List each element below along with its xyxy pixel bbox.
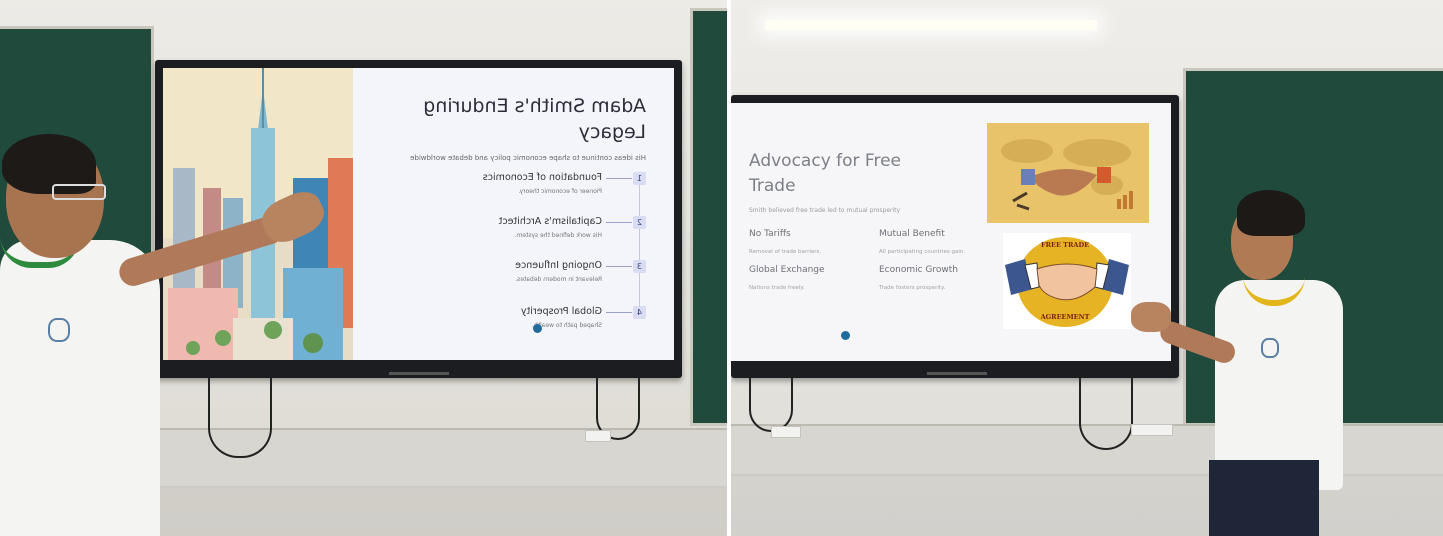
slide-title-line1: Adam Smith's Enduring xyxy=(423,95,646,117)
item-title-4: Global Prosperity xyxy=(520,306,602,317)
slide-text-block: Adam Smith's Enduring Legacy His ideas c… xyxy=(353,68,674,360)
timeline-line xyxy=(639,178,640,318)
right-slide-subtitle: Smith believed free trade led to mutual … xyxy=(749,207,901,214)
right-slide-nav-dot xyxy=(841,331,850,340)
slide-title-line2: Legacy xyxy=(578,120,646,143)
right-tv-brand-strip xyxy=(927,372,987,375)
badge-top-text: FREE TRADE xyxy=(1040,241,1090,249)
free-trade-badge: FREE TRADE AGREEMENT xyxy=(1003,233,1131,329)
right-wall-socket xyxy=(771,426,801,438)
presenter-right-trousers xyxy=(1209,460,1319,536)
right-school-logo-icon xyxy=(1261,338,1279,358)
slide-title: Adam Smith's Enduring Legacy xyxy=(423,94,646,145)
right-slide-title-line1: Advocacy for Free xyxy=(749,151,902,171)
right-item-desc-4: Trade fosters prosperity. xyxy=(879,285,946,291)
item-number-1: 1 xyxy=(633,172,646,185)
right-slide-title-line2: Trade xyxy=(749,175,796,196)
handshake-map-image xyxy=(987,123,1149,223)
presenter-right-hand xyxy=(1131,302,1171,332)
slide-subtitle: His ideas continue to shape economic pol… xyxy=(410,154,646,162)
item-title-1: Foundation of Economics xyxy=(482,172,602,183)
right-tv-cable-2 xyxy=(749,378,793,432)
right-slide: Advocacy for Free Trade Smith believed f… xyxy=(731,103,1171,361)
connector-3 xyxy=(606,266,632,267)
right-chalkboard-edge xyxy=(690,8,727,426)
item-desc-1: Pioneer of economic theory. xyxy=(518,188,602,195)
item-number-2: 2 xyxy=(633,216,646,229)
right-tv: Advocacy for Free Trade Smith believed f… xyxy=(731,95,1179,378)
slide-nav-dot xyxy=(533,324,542,333)
item-number-3: 3 xyxy=(633,260,646,273)
right-tv-cable xyxy=(1079,378,1133,450)
right-photo: Advocacy for Free Trade Smith believed f… xyxy=(731,0,1443,536)
right-item-desc-3: Nations trade freely. xyxy=(749,285,805,291)
item-desc-3: Relevant in modern debates. xyxy=(515,276,602,283)
city-illustration xyxy=(163,68,353,360)
right-item-desc-2: All participating countries gain. xyxy=(879,249,966,255)
glasses-icon xyxy=(52,184,106,200)
left-slide: Adam Smith's Enduring Legacy His ideas c… xyxy=(163,68,674,360)
connector-4 xyxy=(606,312,632,313)
wall-socket xyxy=(585,430,611,442)
ceiling-light xyxy=(765,20,1097,30)
handshake-icon xyxy=(1005,259,1129,301)
tv-brand-strip xyxy=(389,372,449,375)
item-title-3: Ongoing Influence xyxy=(515,260,602,271)
presenter-right-shirt xyxy=(1215,280,1343,490)
presenter-right-hair xyxy=(1237,190,1305,236)
right-item-title-2: Mutual Benefit xyxy=(879,229,945,239)
item-desc-2: His work defined the system. xyxy=(514,232,602,239)
right-item-title-3: Global Exchange xyxy=(749,265,825,275)
school-logo-icon xyxy=(48,318,70,342)
tv-cable-left xyxy=(208,378,272,458)
left-tv: Adam Smith's Enduring Legacy His ideas c… xyxy=(155,60,682,378)
wall-lower xyxy=(130,486,727,536)
connector-1 xyxy=(606,178,632,179)
item-number-4: 4 xyxy=(633,306,646,319)
right-item-title-1: No Tariffs xyxy=(749,229,791,239)
item-desc-4: Shaped path to wealth. xyxy=(532,322,602,329)
right-wall-socket-2 xyxy=(1131,424,1173,436)
left-photo: Adam Smith's Enduring Legacy His ideas c… xyxy=(0,0,727,536)
item-title-2: Capitalism's Architect xyxy=(498,216,602,227)
connector-2 xyxy=(606,222,632,223)
right-slide-title: Advocacy for Free Trade xyxy=(749,149,901,198)
right-item-desc-1: Removal of trade barriers. xyxy=(749,249,822,255)
right-item-title-4: Economic Growth xyxy=(879,265,959,275)
